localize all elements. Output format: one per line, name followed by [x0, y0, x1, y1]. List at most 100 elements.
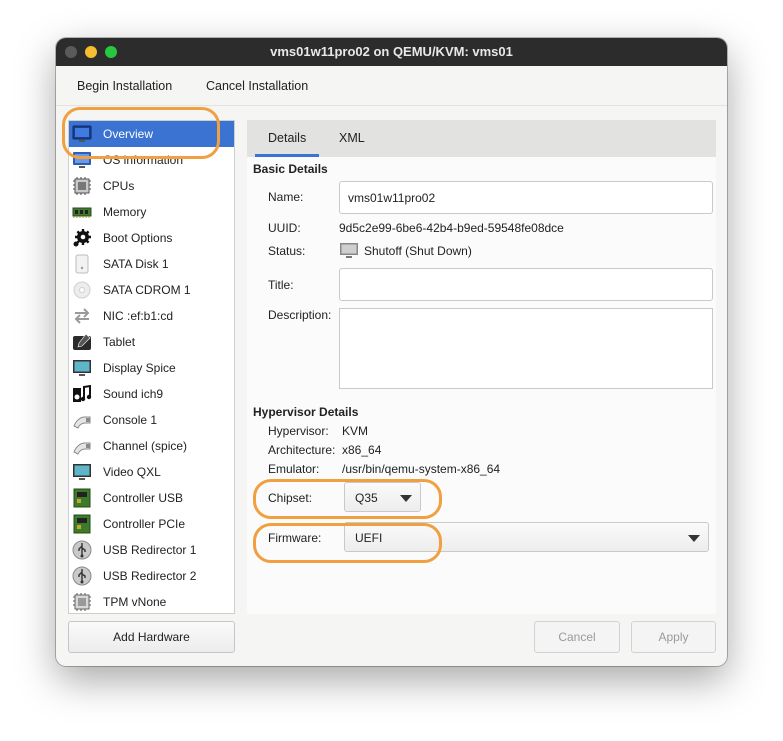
basic-details-heading: Basic Details	[253, 162, 328, 176]
hw-item-tpm-vnone[interactable]: TPM vNone	[69, 589, 234, 613]
hw-item-display-spice[interactable]: Display Spice	[69, 355, 234, 381]
serial-icon	[72, 436, 92, 456]
network-icon	[72, 306, 92, 326]
maximize-window-button[interactable]	[105, 46, 117, 58]
architecture-label: Architecture:	[268, 443, 336, 457]
hw-label: NIC :ef:b1:cd	[103, 309, 174, 323]
hw-item-channel-spice[interactable]: Channel (spice)	[69, 433, 234, 459]
firmware-dropdown[interactable]: UEFI	[344, 522, 709, 552]
hw-item-memory[interactable]: Memory	[69, 199, 234, 225]
emulator-label: Emulator:	[268, 462, 320, 476]
chip-icon	[72, 592, 92, 612]
display-icon	[72, 358, 92, 378]
hw-item-video-qxl[interactable]: Video QXL	[69, 459, 234, 485]
hw-item-usb-redirector-2[interactable]: USB Redirector 2	[69, 563, 234, 589]
chipset-dropdown[interactable]: Q35	[344, 482, 421, 512]
hypervisor-details-heading: Hypervisor Details	[253, 405, 359, 419]
begin-installation-button[interactable]: Begin Installation	[77, 79, 172, 93]
hw-label: USB Redirector 2	[103, 569, 197, 583]
name-field[interactable]: vms01w11pro02	[339, 181, 713, 214]
video-icon	[72, 462, 92, 482]
gear-icon	[72, 228, 92, 248]
menubar: Begin Installation Cancel Installation	[56, 66, 727, 106]
window-titlebar[interactable]: vms01w11pro02 on QEMU/KVM: vms01	[56, 38, 727, 66]
cdrom-icon	[72, 280, 92, 300]
hw-label: Controller PCIe	[103, 517, 186, 531]
tab-xml[interactable]: XML	[339, 120, 365, 157]
sound-icon	[72, 384, 92, 404]
uuid-value: 9d5c2e99-6be6-42b4-b9ed-59548fe08dce	[339, 221, 564, 235]
hw-item-os-information[interactable]: OS information	[69, 147, 234, 173]
architecture-value: x86_64	[342, 443, 382, 457]
close-window-button[interactable]	[65, 46, 77, 58]
hw-item-nic[interactable]: NIC :ef:b1:cd	[69, 303, 234, 329]
status-value: Shutoff (Shut Down)	[364, 244, 472, 258]
uuid-label: UUID:	[268, 221, 301, 235]
hw-item-controller-pcie[interactable]: Controller PCIe	[69, 511, 234, 537]
hw-label: TPM vNone	[103, 595, 167, 609]
details-panel: Basic Details Name: vms01w11pro02 UUID: …	[247, 157, 716, 614]
description-label: Description:	[268, 308, 332, 322]
hypervisor-value: KVM	[342, 424, 369, 438]
status-label: Status:	[268, 244, 306, 258]
hw-label: Sound ich9	[103, 387, 164, 401]
minimize-window-button[interactable]	[85, 46, 97, 58]
tab-details[interactable]: Details	[255, 120, 320, 157]
hw-label: OS information	[103, 153, 184, 167]
hw-label: Overview	[103, 127, 154, 141]
hw-label: Boot Options	[103, 231, 173, 245]
emulator-value: /usr/bin/qemu-system-x86_64	[342, 462, 501, 476]
hw-label: Channel (spice)	[103, 439, 188, 453]
hw-label: Video QXL	[103, 465, 161, 479]
name-label: Name:	[268, 190, 304, 204]
hw-label: CPUs	[103, 179, 135, 193]
cancel-button[interactable]: Cancel	[534, 621, 620, 653]
hw-label: SATA CDROM 1	[103, 283, 191, 297]
add-hardware-button[interactable]: Add Hardware	[68, 621, 235, 653]
vm-details-window: vms01w11pro02 on QEMU/KVM: vms01 Begin I…	[56, 38, 727, 666]
tab-bar: Details XML	[247, 120, 716, 157]
title-label: Title:	[268, 278, 294, 292]
hw-label: Memory	[103, 205, 147, 219]
shutoff-monitor-icon	[339, 242, 359, 260]
usb-icon	[72, 540, 92, 560]
hw-item-sound-ich9[interactable]: Sound ich9	[69, 381, 234, 407]
hw-item-tablet[interactable]: Tablet	[69, 329, 234, 355]
hw-item-overview[interactable]: Overview	[69, 121, 234, 147]
chipset-value: Q35	[355, 491, 378, 505]
disk-icon	[72, 254, 92, 274]
window-title: vms01w11pro02 on QEMU/KVM: vms01	[270, 44, 513, 59]
description-textarea[interactable]	[339, 308, 713, 389]
cpu-icon	[72, 176, 92, 196]
hw-item-usb-redirector-1[interactable]: USB Redirector 1	[69, 537, 234, 563]
cancel-installation-button[interactable]: Cancel Installation	[206, 79, 308, 93]
hw-item-cpus[interactable]: CPUs	[69, 173, 234, 199]
hw-label: SATA Disk 1	[103, 257, 169, 271]
chevron-down-icon	[400, 495, 412, 502]
controller-icon	[72, 488, 92, 508]
hardware-list: Overview OS information CPUs Memory Boot	[68, 120, 235, 614]
chipset-label: Chipset:	[268, 491, 313, 505]
hw-item-controller-usb[interactable]: Controller USB	[69, 485, 234, 511]
hw-label: Tablet	[103, 335, 136, 349]
hw-label: Console 1	[103, 413, 158, 427]
monitor-icon	[72, 124, 92, 144]
firmware-value: UEFI	[355, 531, 383, 545]
usb-icon	[72, 566, 92, 586]
controller-icon	[72, 514, 92, 534]
hw-label: USB Redirector 1	[103, 543, 197, 557]
hw-item-sata-disk-1[interactable]: SATA Disk 1	[69, 251, 234, 277]
firmware-label: Firmware:	[268, 531, 322, 545]
apply-button[interactable]: Apply	[631, 621, 716, 653]
memory-icon	[72, 202, 92, 222]
tablet-icon	[72, 332, 92, 352]
os-info-icon	[72, 150, 92, 170]
name-value: vms01w11pro02	[348, 191, 436, 205]
title-field[interactable]	[339, 268, 713, 301]
hw-item-console-1[interactable]: Console 1	[69, 407, 234, 433]
hw-item-sata-cdrom-1[interactable]: SATA CDROM 1	[69, 277, 234, 303]
hw-item-boot-options[interactable]: Boot Options	[69, 225, 234, 251]
serial-icon	[72, 410, 92, 430]
hw-label: Controller USB	[103, 491, 184, 505]
hypervisor-label: Hypervisor:	[268, 424, 329, 438]
